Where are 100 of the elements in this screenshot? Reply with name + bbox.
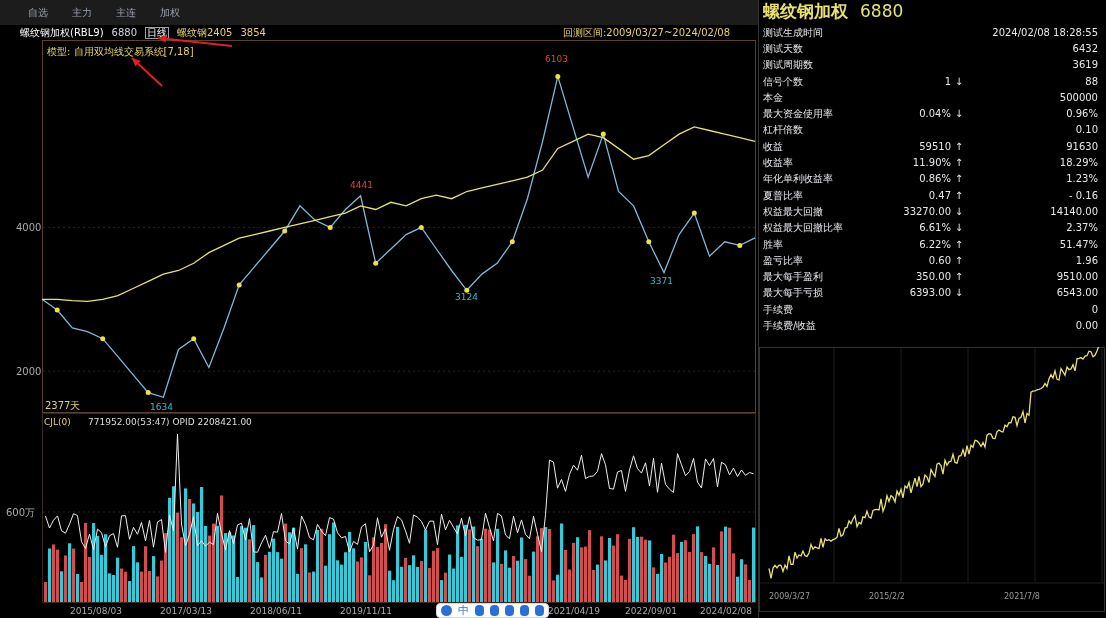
signal-dot <box>191 336 197 342</box>
stat-label: 权益最大回撤比率 <box>763 221 844 236</box>
stat-value: 350.00 <box>915 270 951 285</box>
axis-label: 2000 <box>16 366 42 378</box>
stat-total: 51.47% <box>1058 237 1099 252</box>
instrument-title: 螺纹钢加权 <box>763 0 848 24</box>
stat-value: 6.61% <box>918 221 951 236</box>
signal-dot <box>418 224 424 230</box>
stat-total: 500000 <box>1058 90 1099 105</box>
stat-label: 测试生成时间 <box>763 25 824 40</box>
signal-dot <box>54 307 60 313</box>
backtest-range: 回测区间:2009/03/27~2024/02/08 <box>562 26 730 40</box>
signal-dot <box>509 239 515 245</box>
stat-value: 0.04% <box>918 107 951 122</box>
indicator-values: 771952.00(53:47) OPID 2208421.00 <box>88 417 252 427</box>
stat-label: 手续费 <box>763 302 794 317</box>
stat-total: 91630 <box>1065 139 1099 154</box>
symbol-name: 螺纹钢加权(RBL9) <box>20 26 104 40</box>
stat-value: 0.86% <box>918 172 951 187</box>
date-label: 2022/09/01 <box>625 606 677 616</box>
stat-label: 权益最大回撤 <box>763 204 824 219</box>
contract-price: 3854 <box>240 26 266 40</box>
stat-value: 0.47 <box>927 188 951 203</box>
date-label: 2024/02/08 <box>700 606 752 616</box>
stat-label: 测试周期数 <box>763 58 814 73</box>
stat-label: 本金 <box>763 90 784 105</box>
axis-label: 600万 <box>6 507 36 518</box>
stat-total: 0 <box>1090 302 1099 317</box>
annotation-arrow <box>131 57 163 87</box>
signal-dot <box>555 73 561 79</box>
logo-icon[interactable] <box>441 605 452 616</box>
price-marker: 3124 <box>455 292 478 302</box>
signal-dot <box>327 224 333 230</box>
signal-dot <box>100 336 106 342</box>
stat-value: 11.90% <box>911 156 951 170</box>
trend-arrow: ↑ <box>953 139 965 154</box>
stat-label: 最大每手盈利 <box>763 270 824 285</box>
signal-dot <box>464 287 470 293</box>
stat-total: 0.00 <box>1074 319 1099 333</box>
stat-label: 最大资金使用率 <box>763 107 834 122</box>
symbol-price: 6880 <box>111 26 137 40</box>
stat-label: 胜率 <box>763 237 784 252</box>
stat-value: 0.60 <box>927 253 951 268</box>
menu-item[interactable]: 加权 <box>160 5 180 20</box>
stat-label: 年化单利收益率 <box>763 172 834 187</box>
signal-dot <box>373 260 379 266</box>
stat-total: - 0.16 <box>1067 188 1099 203</box>
signal-dot <box>737 242 743 248</box>
stat-total: 14140.00 <box>1049 204 1099 219</box>
date-label: 2021/04/19 <box>548 606 600 616</box>
stat-total: 0.10 <box>1074 123 1099 138</box>
trend-arrow: ↓ <box>953 286 965 301</box>
stat-label: 盈亏比率 <box>763 253 804 268</box>
stat-label: 杠杆倍数 <box>763 123 804 138</box>
stat-label: 信号个数 <box>763 74 804 89</box>
price-marker: 1634 <box>150 402 173 412</box>
day-count: 2377天 <box>45 400 81 411</box>
trend-arrow: ↓ <box>953 107 965 122</box>
stat-value: 33270.00 <box>902 204 951 219</box>
contract-name: 螺纹钢2405 <box>177 26 233 40</box>
stat-total: 6432 <box>1071 41 1099 56</box>
model-label: 模型: 自用双均线交易系统[7,18] <box>47 46 194 57</box>
date-label: 2019/11/11 <box>340 606 392 616</box>
stat-total: 9510.00 <box>1055 270 1099 285</box>
date-label: 2018/06/11 <box>250 606 302 616</box>
trend-arrow: ↑ <box>953 188 965 203</box>
signal-dot <box>691 210 697 216</box>
stat-value: 1 <box>943 74 951 89</box>
trend-arrow: ↓ <box>953 74 965 89</box>
input-mode-toggle[interactable]: 中 <box>458 605 469 616</box>
signal-dot <box>282 228 288 234</box>
stat-label: 收益率 <box>763 156 794 170</box>
stat-total: 18.29% <box>1058 156 1099 170</box>
signal-dot <box>646 239 652 245</box>
trend-arrow: ↑ <box>953 237 965 252</box>
signal-dot <box>600 131 606 137</box>
menu-item[interactable]: 自选 <box>28 5 48 20</box>
price-marker: 3371 <box>650 276 673 286</box>
stat-value: 59510 <box>918 139 951 154</box>
trend-arrow: ↓ <box>953 204 965 219</box>
date-label: 2017/03/13 <box>160 606 212 616</box>
price-marker: 6103 <box>545 54 568 64</box>
trend-arrow: ↑ <box>953 172 965 187</box>
stat-total: 6543.00 <box>1055 286 1099 301</box>
trend-arrow: ↑ <box>953 270 965 285</box>
stat-label: 夏普比率 <box>763 188 804 203</box>
stat-total: 0.96% <box>1065 107 1099 122</box>
stat-total: 1.96 <box>1074 253 1099 268</box>
price-marker: 4441 <box>350 180 373 190</box>
menu-item[interactable]: 主力 <box>72 5 92 20</box>
stat-total: 3619 <box>1071 58 1099 73</box>
stat-label: 手续费/收益 <box>763 319 818 333</box>
stat-label: 收益 <box>763 139 784 154</box>
instrument-price: 6880 <box>860 0 904 24</box>
date-label: 2009/3/27 <box>769 592 811 601</box>
signal-dot <box>145 390 151 396</box>
menu-item[interactable]: 主连 <box>116 5 136 20</box>
axis-label: 4000 <box>16 222 42 234</box>
stat-value: 6.22% <box>918 237 951 252</box>
date-label: 2015/08/03 <box>70 606 122 616</box>
